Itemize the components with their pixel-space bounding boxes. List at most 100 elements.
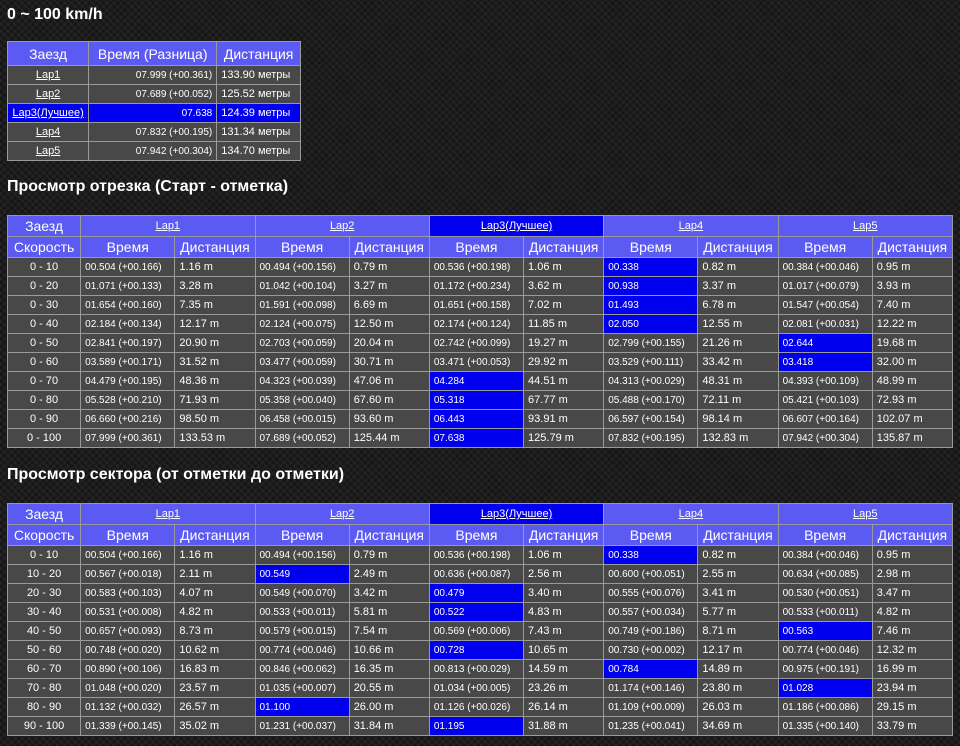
split-row: 0 - 10 00.504 (+00.166) 1.16 m 00.494 (+00.… [6,257,954,277]
distance-cell: 26.14 m [523,697,605,717]
time-cell: 00.774 (+00.046) [777,640,873,660]
distance-cell: 10.66 m [348,640,430,660]
distance-cell: 33.79 m [871,716,954,736]
distance-cell: 5.81 m [348,602,430,622]
distance-cell: 93.60 m [348,409,430,429]
distance-cell: 2.49 m [348,564,430,584]
speed-range-cell: 0 - 70 [6,371,82,391]
split-row: 20 - 30 00.583 (+00.103) 4.07 m 00.549 (+00… [6,583,954,603]
distance-cell: 3.93 m [871,276,954,296]
lap-link[interactable]: Lap3(Лучшее) [481,220,552,232]
lap-link[interactable]: Lap5 [853,220,877,232]
split-row: 0 - 30 01.654 (+00.160) 7.35 m 01.591 (+00.… [6,295,954,315]
distance-cell: 30.71 m [348,352,430,372]
time-cell: 01.339 (+00.145) [80,716,176,736]
lap-link[interactable]: Lap1 [156,508,180,520]
distance-cell: 16.99 m [871,659,954,679]
summary-row: Lap3(Лучшее) 07.638 124.39 метры [6,103,301,123]
lap-link[interactable]: Lap2 [330,508,354,520]
lap-link[interactable]: Lap3(Лучшее) [12,107,83,119]
distance-cell: 98.50 m [174,409,256,429]
distance-cell: 10.62 m [174,640,256,660]
lap-link[interactable]: Lap4 [679,220,703,232]
time-cell: 01.071 (+00.133) [80,276,176,296]
distance-cell: 0.82 m [697,545,779,565]
lap-link[interactable]: Lap2 [330,220,354,232]
lap-link[interactable]: Lap5 [36,145,60,157]
distance-column-header: Дистанция [174,236,256,258]
split-row: 40 - 50 00.657 (+00.093) 8.73 m 00.579 (+00… [6,621,954,641]
distance-column-header: Дистанция [697,236,779,258]
time-column-header: Время [80,524,176,546]
distance-column-header: Дистанция [174,524,256,546]
time-cell: 01.028 [777,678,873,698]
distance-cell: 135.87 m [871,428,954,448]
lap-corner-label: Заезд [6,215,82,237]
speed-corner-label: Скорость [6,236,82,258]
time-cell: 06.660 (+00.216) [80,409,176,429]
distance-cell: 19.27 m [523,333,605,353]
distance-cell: 48.36 m [174,371,256,391]
split-row: 70 - 80 01.048 (+00.020) 23.57 m 01.035 (+0… [6,678,954,698]
speed-range-cell: 60 - 70 [6,659,82,679]
summary-row: Lap5 07.942 (+00.304) 134.70 метры [6,141,301,161]
lap-header-row: Заезд Lap1 Lap2 Lap3(Лучшее) Lap4 Lap5 [6,503,954,525]
lap-link[interactable]: Lap4 [679,508,703,520]
time-cell: 00.938 [603,276,699,296]
lap-link[interactable]: Lap2 [36,88,60,100]
split-row: 10 - 20 00.567 (+00.018) 2.11 m 00.549 2.49 … [6,564,954,584]
time-cell: 00.494 (+00.156) [254,545,350,565]
time-cell: 01.235 (+00.041) [603,716,699,736]
time-cell: 00.549 [254,564,350,584]
distance-cell: 12.32 m [871,640,954,660]
time-cell: 00.636 (+00.087) [428,564,525,584]
time-cell: 00.536 (+00.198) [428,545,525,565]
time-column-header: Время [777,524,873,546]
lap-header: Lap2 [254,215,430,237]
lap-link[interactable]: Lap4 [36,126,60,138]
lap-header: Lap5 [777,503,954,525]
distance-cell: 72.93 m [871,390,954,410]
sector-table: Заезд Lap1 Lap2 Lap3(Лучшее) Lap4 Lap5 Скорост… [6,503,954,736]
distance-cell: 7.35 m [174,295,256,315]
speed-range-cell: 0 - 60 [6,352,82,372]
distance-cell: 16.35 m [348,659,430,679]
time-cell: 00.748 (+00.020) [80,640,176,660]
summary-time-cell: 07.638 [88,103,218,123]
distance-cell: 71.93 m [174,390,256,410]
time-cell: 02.124 (+00.075) [254,314,350,334]
time-cell: 01.034 (+00.005) [428,678,525,698]
column-header-row: Скорость Время Дистанция Время Дистанция Врем… [6,524,954,546]
distance-cell: 98.14 m [697,409,779,429]
lap-header: Lap1 [80,503,256,525]
lap-link[interactable]: Lap1 [36,69,60,81]
time-cell: 00.555 (+00.076) [603,583,699,603]
time-cell: 00.600 (+00.051) [603,564,699,584]
time-column-header: Время [254,236,350,258]
distance-cell: 14.89 m [697,659,779,679]
lap-header: Lap4 [603,215,779,237]
distance-cell: 44.51 m [523,371,605,391]
time-cell: 05.528 (+00.210) [80,390,176,410]
time-cell: 00.634 (+00.085) [777,564,873,584]
distance-cell: 20.90 m [174,333,256,353]
time-cell: 01.109 (+00.009) [603,697,699,717]
time-cell: 07.942 (+00.304) [777,428,873,448]
distance-cell: 1.16 m [174,257,256,277]
lap-header-row: Заезд Lap1 Lap2 Lap3(Лучшее) Lap4 Lap5 [6,215,954,237]
lap-link[interactable]: Lap5 [853,508,877,520]
speed-range-cell: 0 - 100 [6,428,82,448]
lap-link[interactable]: Lap1 [156,220,180,232]
distance-cell: 3.47 m [871,583,954,603]
distance-cell: 4.83 m [523,602,605,622]
lap-link[interactable]: Lap3(Лучшее) [481,508,552,520]
time-cell: 00.749 (+00.186) [603,621,699,641]
sector-title: Просмотр сектора (от отметки до отметки) [7,466,345,483]
time-cell: 00.533 (+00.011) [777,602,873,622]
distance-cell: 0.95 m [871,545,954,565]
time-cell: 01.172 (+00.234) [428,276,525,296]
time-cell: 00.384 (+00.046) [777,257,873,277]
distance-cell: 31.84 m [348,716,430,736]
distance-cell: 26.57 m [174,697,256,717]
time-cell: 01.017 (+00.079) [777,276,873,296]
